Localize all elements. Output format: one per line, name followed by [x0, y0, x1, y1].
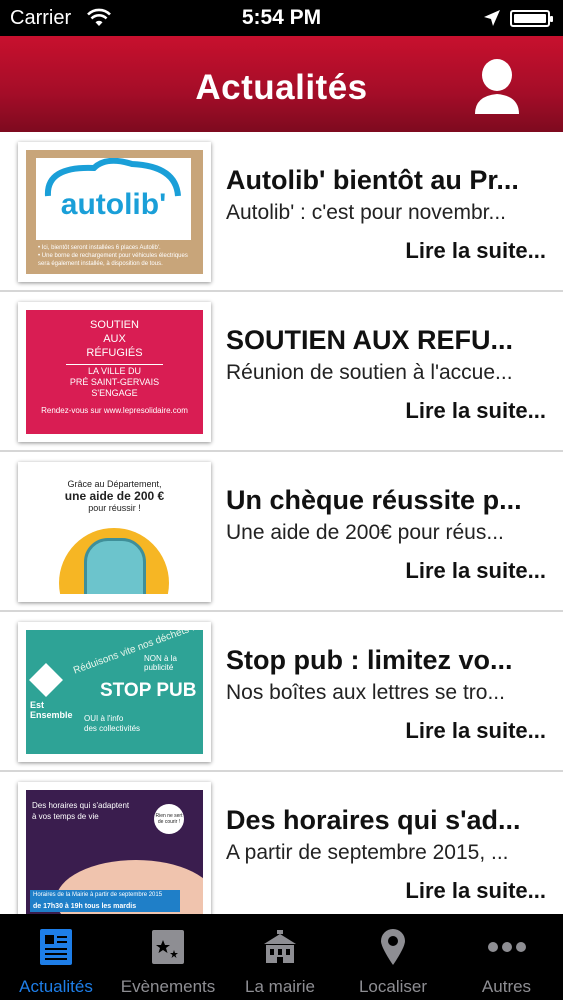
battery-icon — [510, 10, 553, 27]
tab-bar: Actualités Evènements La mairie Localise… — [0, 914, 563, 1000]
user-profile-icon[interactable] — [472, 58, 522, 116]
tab-actualites[interactable]: Actualités — [0, 914, 112, 1000]
map-pin-icon — [381, 929, 405, 965]
speech-bubble: Rien ne sert de courir ! — [154, 804, 184, 834]
article-thumbnail: Est Ensemble Réduisons vite nos déchets … — [18, 622, 211, 762]
article-title: Des horaires qui s'ad... — [226, 805, 521, 835]
newspaper-icon — [40, 929, 72, 965]
header-bar: Actualités — [0, 36, 563, 132]
more-dots-icon — [487, 942, 526, 952]
status-bar: Carrier 5:54 PM — [0, 0, 563, 36]
tab-evenements[interactable]: Evènements — [112, 914, 224, 1000]
read-more-link[interactable]: Lire la suite... — [405, 238, 546, 264]
town-hall-icon — [264, 930, 296, 963]
read-more-link[interactable]: Lire la suite... — [405, 718, 546, 744]
article-thumbnail: autolib' • Ici, bientôt seront installée… — [18, 142, 211, 282]
list-item[interactable]: Est Ensemble Réduisons vite nos déchets … — [0, 612, 563, 772]
article-summary: Réunion de soutien à l'accue... — [226, 361, 513, 384]
article-title: Un chèque réussite p... — [226, 485, 522, 515]
article-summary: Nos boîtes aux lettres se tro... — [226, 681, 505, 704]
tab-localiser[interactable]: Localiser — [336, 914, 450, 1000]
list-item[interactable]: Grâce au Département, une aide de 200 € … — [0, 452, 563, 612]
article-thumbnail: Grâce au Département, une aide de 200 € … — [18, 462, 211, 602]
location-arrow-icon — [484, 10, 500, 26]
read-more-link[interactable]: Lire la suite... — [405, 558, 546, 584]
article-title: SOUTIEN AUX REFU... — [226, 325, 514, 355]
article-summary: Une aide de 200€ pour réus... — [226, 521, 504, 544]
read-more-link[interactable]: Lire la suite... — [405, 398, 546, 424]
article-title: Stop pub : limitez vo... — [226, 645, 513, 675]
list-item[interactable]: Des horaires qui s'adaptent à vos temps … — [0, 772, 563, 914]
divider — [66, 364, 163, 365]
list-item[interactable]: autolib' • Ici, bientôt seront installée… — [0, 132, 563, 292]
news-list[interactable]: autolib' • Ici, bientôt seront installée… — [0, 132, 563, 914]
autolib-logo: autolib' — [36, 158, 191, 240]
article-title: Autolib' bientôt au Pr... — [226, 165, 519, 195]
tab-autres[interactable]: Autres — [450, 914, 563, 1000]
read-more-link[interactable]: Lire la suite... — [405, 878, 546, 904]
article-thumbnail: SOUTIEN AUX RÉFUGIÉS LA VILLE DU PRÉ SAI… — [18, 302, 211, 442]
list-item[interactable]: SOUTIEN AUX RÉFUGIÉS LA VILLE DU PRÉ SAI… — [0, 292, 563, 452]
est-ensemble-logo — [29, 663, 63, 697]
tab-la-mairie[interactable]: La mairie — [224, 914, 336, 1000]
backpack-illustration — [84, 538, 146, 594]
status-time: 5:54 PM — [241, 6, 322, 29]
article-summary: Autolib' : c'est pour novembr... — [226, 201, 506, 224]
article-summary: A partir de septembre 2015, ... — [226, 841, 509, 864]
article-thumbnail: Des horaires qui s'adaptent à vos temps … — [18, 782, 211, 914]
calendar-star-icon — [152, 930, 184, 964]
